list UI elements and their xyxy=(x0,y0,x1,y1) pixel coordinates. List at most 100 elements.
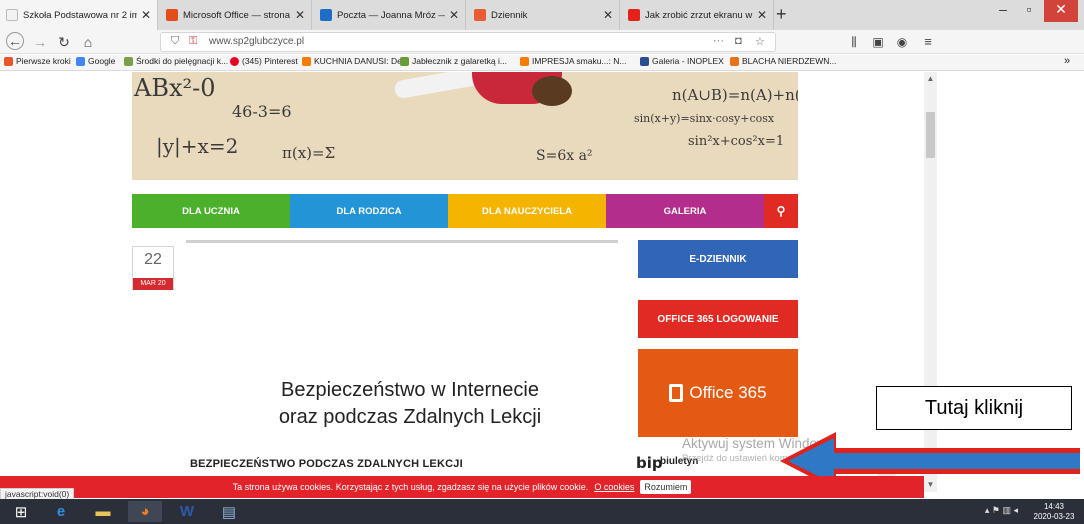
hero-figure xyxy=(532,76,572,106)
taskbar-clock[interactable]: 14:43 2020-03-23 xyxy=(1024,502,1084,522)
tab-microsoft-office[interactable]: Microsoft Office — strona głów ✕ xyxy=(160,0,312,30)
bookmark-item[interactable]: Google xyxy=(76,56,115,66)
blogger-icon xyxy=(302,56,311,66)
scrollbar-thumb[interactable] xyxy=(926,112,935,158)
tab-title: Szkoła Podstawowa nr 2 im. Janusz xyxy=(23,9,137,21)
bookmark-item[interactable]: BLACHA NIERDZEWN... xyxy=(730,56,836,66)
search-icon[interactable]: ⚲ xyxy=(764,194,798,228)
sidebar-icon[interactable]: ▣ xyxy=(868,32,888,52)
bookmarks-overflow-icon[interactable]: » xyxy=(1064,55,1070,67)
bookmark-label: Jabłecznik z galaretką i... xyxy=(412,56,507,66)
reload-icon[interactable]: ↻ xyxy=(54,32,74,52)
math-scribble: ABx²-0 xyxy=(134,74,216,102)
firefox-icon xyxy=(4,56,13,66)
tab-title: Jak zrobić zrzut ekranu w komp xyxy=(645,9,753,21)
windows-taskbar: ⊞ e ▬ ◕ W ▤ ▴ ⚑ ▥ ◂ 14:43 2020-03-23 xyxy=(0,499,1084,524)
page-actions-icon[interactable]: ··· xyxy=(713,35,724,47)
cookie-info-link[interactable]: O cookies xyxy=(594,482,634,492)
bookmark-item[interactable]: IMPRESJA smaku...: N... xyxy=(520,56,626,66)
menu-galeria[interactable]: GALERIA xyxy=(606,194,764,228)
bookmarks-bar: Pierwsze kroki Google Środki do pielęgna… xyxy=(0,55,1084,71)
math-scribble: 46-3=6 xyxy=(232,102,292,121)
account-icon[interactable]: ◉ xyxy=(892,32,912,52)
windows-start-icon[interactable]: ⊞ xyxy=(4,501,38,522)
close-tab-icon[interactable]: ✕ xyxy=(603,8,613,22)
youtube-favicon-icon xyxy=(628,9,640,21)
post-date-month: MAR 20 xyxy=(133,278,173,290)
bookmark-favicon-icon xyxy=(124,56,133,66)
tab-bar: Szkoła Podstawowa nr 2 im. Janusz ✕ Micr… xyxy=(0,0,1084,30)
library-icon[interactable]: ⫼ xyxy=(844,32,864,52)
page-viewport: ABx²-0 46-3=6 |y|+x=2 π(x)=Σ S=6x a² n(A… xyxy=(0,72,1084,492)
cookie-accept-button[interactable]: Rozumiem xyxy=(640,480,692,494)
app-icon[interactable]: ▤ xyxy=(212,501,246,522)
bookmark-item[interactable]: Galeria - INOPLEX xyxy=(640,56,724,66)
cookie-text: Ta strona używa cookies. Korzystając z t… xyxy=(232,482,589,492)
clock-date: 2020-03-23 xyxy=(1033,512,1075,521)
bookmark-item[interactable]: KUCHNIA DANUSI: De... xyxy=(302,56,409,66)
post-divider xyxy=(186,240,618,243)
math-scribble: sin(x+y)=sinx·cosy+cosx xyxy=(634,112,775,125)
pocket-icon[interactable]: ◘ xyxy=(735,35,742,47)
tab-zrzut-ekranu[interactable]: Jak zrobić zrzut ekranu w komp ✕ xyxy=(622,0,774,30)
close-tab-icon[interactable]: ✕ xyxy=(295,8,305,22)
cookie-bar: Ta strona używa cookies. Korzystając z t… xyxy=(0,476,924,498)
maximize-icon[interactable]: ▫ xyxy=(1016,0,1042,22)
math-scribble: sin²x+cos²x=1 xyxy=(688,134,785,149)
bip-logo[interactable]: bip xyxy=(636,454,663,472)
word-icon[interactable]: W xyxy=(170,501,204,522)
main-menu: DLA UCZNIA DLA RODZICA DLA NAUCZYCIELA G… xyxy=(132,194,798,228)
close-window-icon[interactable]: ✕ xyxy=(1044,0,1078,22)
menu-dla-nauczyciela[interactable]: DLA NAUCZYCIELA xyxy=(448,194,606,228)
new-tab-button[interactable]: + xyxy=(776,4,787,24)
home-icon[interactable]: ⌂ xyxy=(78,32,98,52)
post-image-headline[interactable]: Bezpieczeństwo w Internecie oraz podczas… xyxy=(190,377,630,431)
pinterest-icon xyxy=(230,56,239,66)
tab-dziennik[interactable]: Dziennik ✕ xyxy=(468,0,620,30)
callout-box: Tutaj kliknij xyxy=(876,386,1072,430)
bookmark-label: KUCHNIA DANUSI: De... xyxy=(314,56,409,66)
post-date: 22 MAR 20 xyxy=(132,246,174,290)
tracking-shield-icon[interactable]: ⛉ xyxy=(171,35,179,48)
bookmark-item[interactable]: Pierwsze kroki xyxy=(4,56,71,66)
minimize-icon[interactable]: – xyxy=(990,0,1016,22)
math-scribble: π(x)=Σ xyxy=(282,144,336,162)
menu-dla-ucznia[interactable]: DLA UCZNIA xyxy=(132,194,290,228)
bookmark-item[interactable]: Środki do pielęgnacji k... xyxy=(124,56,228,66)
office-logo-icon xyxy=(669,384,684,402)
insecure-lock-icon[interactable]: ⚿ xyxy=(189,35,197,48)
address-bar[interactable]: ⛉ ⚿ www.sp2glubczyce.pl ··· ◘ ☆ xyxy=(160,32,776,52)
bookmark-label: Pierwsze kroki xyxy=(16,56,71,66)
internet-explorer-icon[interactable]: e xyxy=(44,501,78,522)
bookmark-favicon-icon xyxy=(400,56,409,66)
office365-tile[interactable]: Office 365 xyxy=(638,349,798,437)
forward-arrow-icon[interactable]: → xyxy=(30,32,50,52)
bookmark-item[interactable]: (345) Pinterest xyxy=(230,56,298,66)
menu-dla-rodzica[interactable]: DLA RODZICA xyxy=(290,194,448,228)
menu-hamburger-icon[interactable]: ≡ xyxy=(918,32,938,52)
bookmark-star-icon[interactable]: ☆ xyxy=(755,35,765,48)
navigation-bar: ← → ↻ ⌂ ⛉ ⚿ www.sp2glubczyce.pl ··· ◘ ☆ … xyxy=(0,30,1084,54)
office-favicon-icon xyxy=(166,9,178,21)
bookmark-label: BLACHA NIERDZEWN... xyxy=(742,56,837,66)
close-tab-icon[interactable]: ✕ xyxy=(449,8,459,22)
url-text[interactable]: www.sp2glubczyce.pl xyxy=(209,36,304,47)
e-dziennik-button[interactable]: E-DZIENNIK xyxy=(638,240,798,278)
headline-line: Bezpieczeństwo w Internecie xyxy=(281,379,539,401)
tab-poczta[interactable]: Poczta — Joanna Mróz — Outl ✕ xyxy=(314,0,466,30)
close-tab-icon[interactable]: ✕ xyxy=(141,8,151,22)
firefox-icon[interactable]: ◕ xyxy=(128,501,162,522)
bookmark-item[interactable]: Jabłecznik z galaretką i... xyxy=(400,56,507,66)
back-arrow-icon[interactable]: ← xyxy=(6,32,24,50)
bookmark-label: Google xyxy=(88,56,116,66)
dziennik-favicon-icon xyxy=(474,9,486,21)
bookmark-label: Środki do pielęgnacji k... xyxy=(136,56,229,66)
office365-login-button[interactable]: OFFICE 365 LOGOWANIE xyxy=(638,300,798,338)
bookmark-label: IMPRESJA smaku...: N... xyxy=(532,56,627,66)
scroll-up-icon[interactable]: ▲ xyxy=(924,74,937,83)
system-tray[interactable]: ▴ ⚑ ▥ ◂ xyxy=(985,505,1018,516)
tab-szkola[interactable]: Szkoła Podstawowa nr 2 im. Janusz ✕ xyxy=(0,0,158,30)
close-tab-icon[interactable]: ✕ xyxy=(757,8,767,22)
file-explorer-icon[interactable]: ▬ xyxy=(86,501,120,522)
post-title[interactable]: BEZPIECZEŃSTWO PODCZAS ZDALNYCH LEKCJI xyxy=(190,458,463,470)
